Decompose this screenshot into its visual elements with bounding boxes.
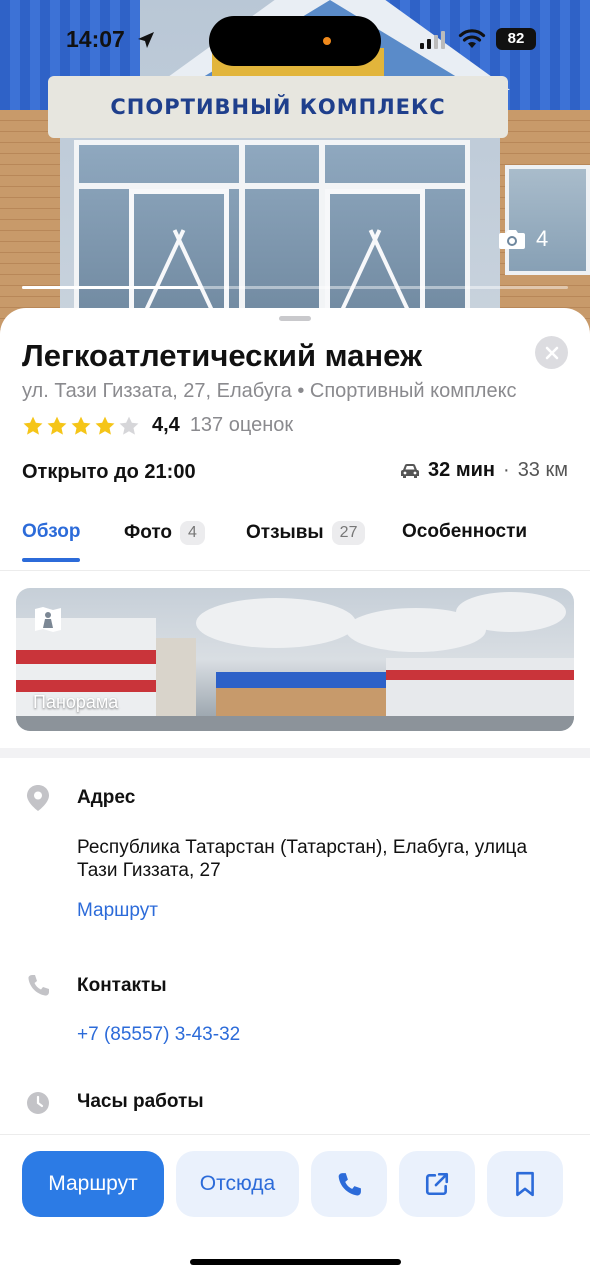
rating-count: 137 оценок (189, 414, 294, 436)
tab-features[interactable]: Особенности (402, 521, 527, 543)
location-arrow-icon (138, 32, 154, 48)
rating-row[interactable]: 4,4 137 оценок (22, 414, 293, 437)
tab-label: Особенности (402, 521, 528, 542)
building-sign: СПОРТИВНЫЙ КОМПЛЕКС (48, 76, 508, 138)
route-duration: 32 мин (428, 459, 496, 481)
route-distance: 33 км (517, 459, 568, 481)
star-icon (47, 416, 67, 435)
pano-ground (16, 716, 574, 731)
from-here-button[interactable]: Отсюда (176, 1151, 299, 1217)
close-button[interactable] (535, 336, 568, 369)
location-pin-icon (27, 785, 49, 811)
tab-overview[interactable]: Обзор (22, 521, 80, 543)
bookmark-icon (516, 1171, 534, 1197)
address-text[interactable]: Республика Татарстан (Татарстан), Елабуг… (77, 836, 547, 882)
phone-icon (28, 975, 49, 996)
star-icon (119, 416, 139, 435)
tab-reviews[interactable]: Отзывы 27 (246, 521, 366, 545)
pano-stripe (16, 680, 156, 692)
photo-count[interactable]: 4 (498, 226, 548, 252)
cellular-signal-icon (420, 31, 445, 49)
route-button-label: Маршрут (48, 1172, 138, 1195)
close-icon (545, 346, 558, 359)
pano-cloud (456, 592, 566, 632)
action-bar: Маршрут Отсюда (0, 1134, 590, 1280)
privacy-dot (323, 37, 331, 45)
phone-link[interactable]: +7 (85557) 3-43-32 (77, 1024, 240, 1046)
tab-active-indicator (22, 558, 80, 562)
photo-progress (22, 286, 568, 289)
star-icon (95, 416, 115, 435)
contacts-title: Контакты (77, 975, 167, 996)
section-divider (0, 748, 590, 758)
status-time: 14:07 (66, 26, 125, 52)
route-separator: · (503, 459, 510, 481)
place-title: Легкоатлетический манеж (22, 338, 422, 373)
panorama-icon (35, 607, 61, 632)
route-time[interactable]: 32 мин · 33 км (400, 459, 568, 482)
clock-icon (27, 1092, 49, 1114)
pano-roof (216, 672, 396, 688)
sheet-grabber[interactable] (279, 316, 311, 321)
pano-building (386, 658, 574, 718)
route-button[interactable]: Маршрут (22, 1151, 164, 1217)
pano-cloud (196, 598, 356, 648)
car-icon (401, 463, 420, 478)
place-card-sheet: Легкоатлетический манеж ул. Тази Гиззата… (0, 308, 590, 1280)
tab-label: Фото (124, 522, 173, 543)
tab-label: Обзор (22, 521, 81, 542)
tab-badge: 4 (180, 521, 205, 545)
phone-icon (338, 1173, 361, 1196)
star-icon (23, 416, 43, 435)
pano-stripe (16, 650, 156, 664)
pano-stripe (386, 670, 574, 680)
panorama-card[interactable]: Панорама (16, 588, 574, 731)
call-button[interactable] (311, 1151, 387, 1217)
place-subtitle: ул. Тази Гиззата, 27, Елабуга • Спортивн… (22, 380, 517, 402)
hours-title[interactable]: Часы работы (77, 1091, 204, 1113)
star-icon (71, 416, 91, 435)
share-button[interactable] (399, 1151, 475, 1217)
glass-mullion (239, 145, 245, 335)
wifi-icon (458, 29, 486, 48)
dynamic-island (209, 16, 381, 66)
bookmark-button[interactable] (487, 1151, 563, 1217)
photo-count-value: 4 (536, 226, 549, 251)
building-sign-text: СПОРТИВНЫЙ КОМПЛЕКС (110, 95, 446, 119)
photo-progress-fill (22, 286, 203, 289)
open-status: Открыто до 21:00 (22, 461, 196, 483)
address-route-link[interactable]: Маршрут (77, 900, 158, 922)
battery-indicator: 82 (496, 28, 536, 50)
tab-badge: 27 (331, 521, 366, 545)
rating-stars (22, 415, 140, 437)
address-title: Адрес (77, 787, 136, 808)
home-indicator[interactable] (190, 1259, 401, 1265)
share-icon (425, 1172, 449, 1196)
tab-label: Отзывы (246, 522, 324, 543)
camera-icon (499, 230, 525, 249)
tab-photos[interactable]: Фото 4 (124, 521, 205, 545)
building-window (505, 165, 590, 275)
panorama-label: Панорама (33, 692, 119, 712)
rating-value: 4,4 (152, 414, 180, 436)
tab-bar: Обзор Фото 4 Отзывы 27 Особенности (0, 513, 590, 571)
pano-building (216, 688, 396, 718)
from-here-button-label: Отсюда (199, 1172, 276, 1195)
